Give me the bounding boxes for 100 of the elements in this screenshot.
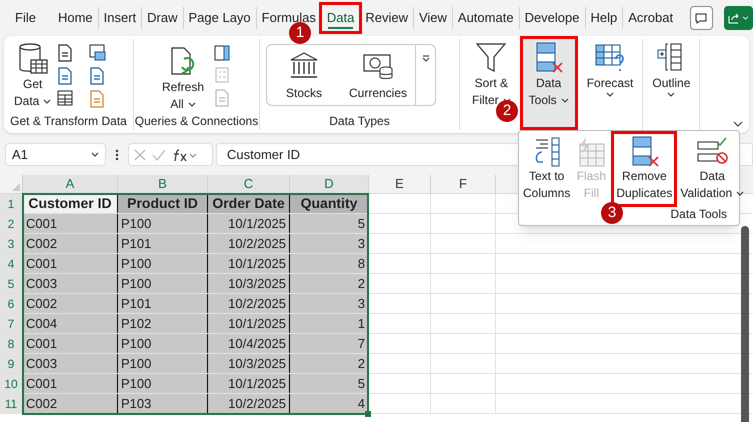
- panel-icon[interactable]: [214, 45, 230, 61]
- ribbon-tab[interactable]: Home: [52, 5, 98, 31]
- table-cell-text: 10/1/2025: [228, 214, 286, 233]
- table-cell-text: 10/2/2025: [228, 294, 286, 313]
- table-cell-text: C001: [26, 254, 58, 273]
- row-header[interactable]: 5: [0, 274, 22, 293]
- refresh-all-button[interactable]: Refresh All: [162, 45, 204, 113]
- row-header[interactable]: 1: [0, 194, 22, 213]
- row-header[interactable]: 7: [0, 314, 22, 333]
- share-button[interactable]: [724, 6, 753, 30]
- table-cell-text: 2: [358, 354, 365, 373]
- table-cell-text: 10/1/2025: [228, 314, 286, 333]
- more-icon[interactable]: [115, 148, 119, 160]
- caret-icon: [560, 98, 569, 104]
- ribbon-tab[interactable]: Acrobat: [623, 5, 678, 31]
- table-cell-text: 5: [358, 374, 365, 393]
- table-cell-text: 10/4/2025: [228, 334, 286, 353]
- table-cell-text: C003: [26, 274, 58, 293]
- caret-icon: [742, 16, 749, 20]
- table-cell-text: 10/2/2025: [228, 234, 286, 253]
- share-icon: [728, 12, 740, 24]
- row-header[interactable]: 4: [0, 254, 22, 273]
- row-header[interactable]: 10: [0, 374, 22, 393]
- table-cell-text: P100: [121, 334, 152, 353]
- column-header[interactable]: B: [117, 175, 207, 193]
- column-heading: Customer ID: [28, 194, 112, 213]
- document-text-icon[interactable]: [57, 44, 74, 62]
- column-header[interactable]: D: [289, 175, 368, 193]
- table-cell-text: 4: [358, 394, 365, 413]
- table-cell-text: P101: [121, 234, 152, 253]
- group-label: Data Tools: [670, 206, 727, 223]
- filter-icon: [474, 41, 508, 75]
- caret-icon: [736, 191, 744, 196]
- row-header[interactable]: 2: [0, 214, 22, 233]
- expand-icon: [422, 55, 430, 62]
- table-cell-text: P100: [121, 214, 152, 233]
- ribbon-button[interactable]: Forecast: [580, 39, 640, 127]
- scrollbar[interactable]: [741, 226, 749, 422]
- row-header[interactable]: 11: [0, 394, 22, 413]
- column-header[interactable]: F: [430, 175, 495, 193]
- column-heading: Quantity: [300, 194, 358, 213]
- ribbon-tab[interactable]: Page Layo: [184, 5, 256, 31]
- caret-icon: [667, 92, 676, 97]
- column-header[interactable]: C: [207, 175, 289, 193]
- get-data-button[interactable]: Get Data: [14, 42, 52, 110]
- row-header[interactable]: 3: [0, 234, 22, 253]
- data-type-button[interactable]: Stocks: [267, 45, 341, 105]
- ribbon-tab[interactable]: Develope: [520, 5, 584, 31]
- table-cell-text: P103: [121, 394, 152, 413]
- table-cell-text: 10/3/2025: [228, 354, 286, 373]
- group-label: Data Types: [328, 113, 391, 130]
- caret-icon: [606, 92, 614, 97]
- table-cell-text: 7: [358, 334, 365, 353]
- table-cell-text: P100: [121, 374, 152, 393]
- column-header[interactable]: E: [368, 175, 430, 193]
- fill-handle[interactable]: [365, 411, 371, 417]
- ribbon-button[interactable]: Outline: [646, 39, 696, 127]
- table-cell-text: 3: [358, 234, 365, 253]
- caret-icon: [188, 102, 196, 108]
- table-cell-text: 10/2/2025: [228, 394, 286, 413]
- ribbon-tab[interactable]: View: [414, 5, 452, 31]
- ribbon-tab[interactable]: Insert: [98, 5, 142, 31]
- column-heading: Order Date: [212, 194, 285, 213]
- column-header[interactable]: A: [22, 175, 117, 193]
- ribbon-tab[interactable]: File: [10, 5, 41, 31]
- table-cell-text: P100: [121, 354, 152, 373]
- table-cell-text: C001: [26, 334, 58, 353]
- table-cell-text: C001: [26, 374, 58, 393]
- table-cell-text: P102: [121, 314, 152, 333]
- table-cell-text: C002: [26, 294, 58, 313]
- check-icon[interactable]: [152, 148, 166, 160]
- table-cell-text: 5: [358, 214, 365, 233]
- table-cell-text: 10/3/2025: [228, 274, 286, 293]
- caret-icon: [43, 99, 52, 104]
- comment-button[interactable]: [690, 6, 713, 30]
- table-cell-text: P101: [121, 294, 152, 313]
- ribbon-tab[interactable]: Review: [360, 5, 413, 31]
- table-icon[interactable]: [57, 90, 74, 106]
- step-badge: 1: [289, 22, 311, 44]
- table-cell-text: C003: [26, 354, 58, 373]
- ribbon-tab[interactable]: Help: [586, 5, 622, 31]
- table-cell-text: 10/1/2025: [228, 254, 286, 273]
- function-icon[interactable]: [172, 148, 198, 162]
- data-type-button[interactable]: Currencies: [341, 45, 415, 105]
- row-header[interactable]: 6: [0, 294, 22, 313]
- ribbon-button[interactable]: Data Tools: [522, 39, 575, 127]
- row-header[interactable]: 8: [0, 334, 22, 353]
- ribbon-tab[interactable]: Automate: [452, 5, 519, 31]
- name-box[interactable]: A1: [5, 143, 106, 166]
- group-label: Queries & Connections: [134, 113, 259, 130]
- column-heading: Product ID: [127, 194, 198, 213]
- ribbon-tab[interactable]: Data: [322, 5, 360, 31]
- table-cell-text: 3: [358, 294, 365, 313]
- row-header[interactable]: 9: [0, 354, 22, 373]
- table-cell-text: 1: [358, 314, 365, 333]
- table-cell-text: 8: [358, 254, 365, 273]
- table-cell-text: C001: [26, 214, 58, 233]
- ribbon-tab[interactable]: Draw: [142, 5, 182, 31]
- table-cell-text: 2: [358, 274, 365, 293]
- collapse-ribbon-icon[interactable]: [733, 121, 743, 127]
